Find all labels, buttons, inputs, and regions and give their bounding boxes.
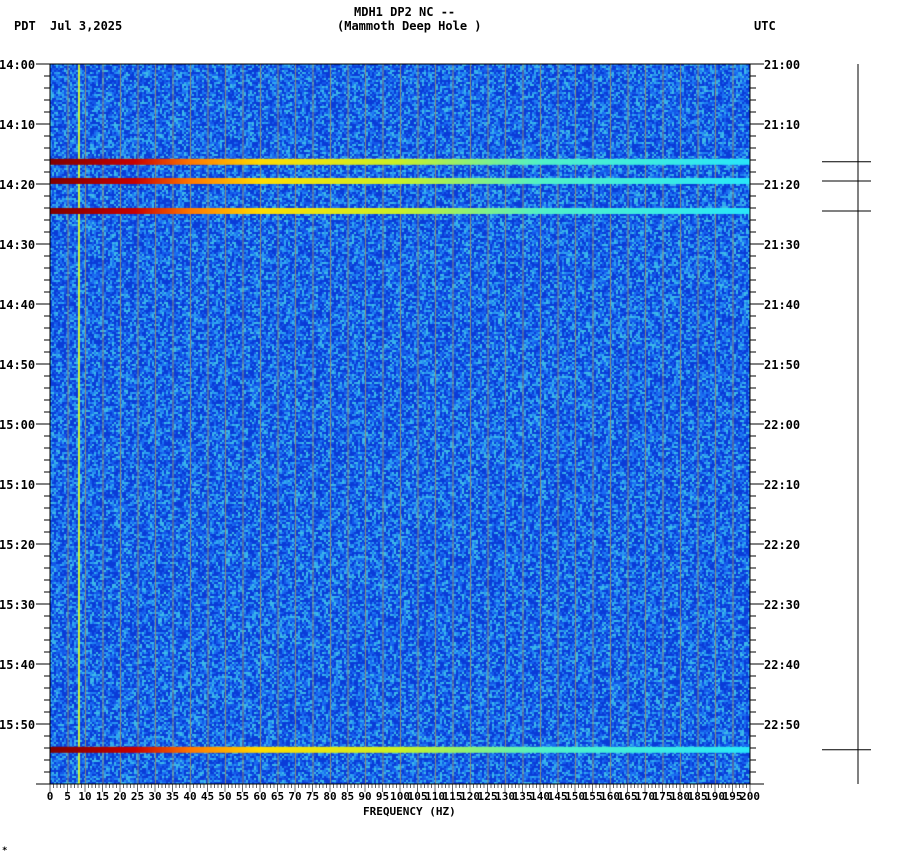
x-tick-label: 55: [236, 790, 249, 803]
x-tick-label: 45: [201, 790, 214, 803]
y-tick-label-left: 14:10: [0, 118, 35, 132]
x-tick-label: 75: [306, 790, 319, 803]
x-tick-label: 95: [376, 790, 389, 803]
y-tick-label-right: 21:40: [764, 298, 800, 312]
y-tick-label-left: 14:40: [0, 298, 35, 312]
y-tick-label-right: 21:50: [764, 358, 800, 372]
y-tick-label-right: 22:20: [764, 538, 800, 552]
x-tick-label: 200: [740, 790, 760, 803]
y-tick-label-left: 14:30: [0, 238, 35, 252]
x-tick-label: 15: [96, 790, 109, 803]
y-tick-label-left: 15:50: [0, 718, 35, 732]
y-tick-label-right: 22:30: [764, 598, 800, 612]
y-tick-label-left: 14:50: [0, 358, 35, 372]
x-tick-label: 50: [218, 790, 231, 803]
x-tick-label: 65: [271, 790, 284, 803]
axes: 14:00 14:10 14:20 14:30 14:40 14:50 15:00 15:10…: [0, 58, 871, 803]
x-tick-label: 85: [341, 790, 354, 803]
y-tick-label-left: 15:00: [0, 418, 35, 432]
y-tick-label-right: 21:10: [764, 118, 800, 132]
y-tick-label-right: 22:40: [764, 658, 800, 672]
x-tick-label: 0: [47, 790, 54, 803]
x-tick-label: 70: [288, 790, 301, 803]
y-tick-label-right: 22:50: [764, 718, 800, 732]
y-tick-label-left: 15:40: [0, 658, 35, 672]
x-tick-label: 30: [148, 790, 161, 803]
y-tick-label-right: 21:30: [764, 238, 800, 252]
y-tick-label-right: 21:00: [764, 58, 800, 72]
x-tick-label: 25: [131, 790, 144, 803]
x-tick-label: 5: [64, 790, 71, 803]
x-tick-label: 60: [253, 790, 266, 803]
y-tick-label-left: 14:00: [0, 58, 35, 72]
x-tick-label: 10: [78, 790, 91, 803]
x-tick-label: 40: [183, 790, 196, 803]
y-tick-label-right: 21:20: [764, 178, 800, 192]
y-tick-label-left: 15:20: [0, 538, 35, 552]
y-tick-label-left: 15:30: [0, 598, 35, 612]
x-tick-label: 80: [323, 790, 336, 803]
x-tick-label: 20: [113, 790, 126, 803]
y-tick-label-left: 15:10: [0, 478, 35, 492]
y-tick-label-right: 22:10: [764, 478, 800, 492]
plot-frame: [49, 63, 751, 785]
y-tick-label-right: 22:00: [764, 418, 800, 432]
x-tick-label: 90: [358, 790, 371, 803]
x-tick-label: 35: [166, 790, 179, 803]
y-tick-label-left: 14:20: [0, 178, 35, 192]
